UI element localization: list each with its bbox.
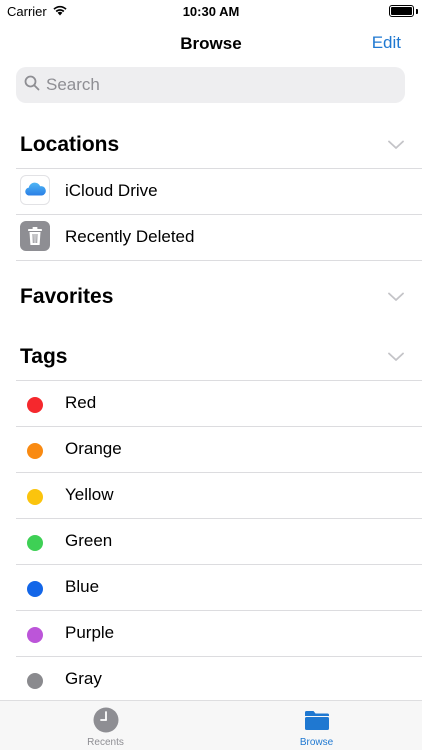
tag-color-dot [27, 489, 43, 505]
section-title-locations: Locations [20, 133, 120, 156]
location-label: iCloud Drive [65, 181, 158, 200]
tag-color-dot [27, 397, 43, 413]
tag-row-red[interactable]: Red [0, 381, 422, 426]
tag-label: Blue [65, 577, 100, 596]
tab-label-recents: Recents [87, 737, 124, 748]
search-input[interactable] [46, 75, 386, 95]
location-row-recently-deleted[interactable]: Recently Deleted [0, 215, 422, 260]
tag-color-dot [27, 673, 43, 689]
tag-label: Orange [65, 439, 122, 458]
favorites-header[interactable]: Favorites [20, 285, 422, 315]
tag-color-dot [27, 443, 43, 459]
icloud-icon [20, 175, 50, 205]
tag-row-orange[interactable]: Orange [0, 427, 422, 472]
tag-color-dot [27, 581, 43, 597]
tag-label: Yellow [65, 485, 114, 504]
tag-color-dot [27, 627, 43, 643]
chevron-down-icon[interactable] [388, 352, 404, 362]
clock-icon [93, 707, 119, 733]
tag-row-purple[interactable]: Purple [0, 611, 422, 656]
search-field[interactable] [16, 67, 405, 103]
tab-recents[interactable]: Recents [0, 701, 211, 750]
tag-label: Purple [65, 623, 115, 642]
folder-icon [305, 711, 329, 730]
files-browse-screen: Carrier 10:30 AM Browse Edit Search Loca… [0, 0, 422, 750]
tab-bar: Recents Browse [0, 700, 422, 750]
page-title: Browse [180, 34, 242, 53]
tag-label: Gray [65, 669, 102, 688]
tag-row-blue[interactable]: Blue [0, 565, 422, 610]
tab-browse[interactable]: Browse [211, 701, 422, 750]
status-time: 10:30 AM [182, 4, 240, 19]
location-label: Recently Deleted [65, 227, 195, 246]
tags-header[interactable]: Tags [20, 345, 422, 375]
chevron-down-icon[interactable] [388, 140, 404, 150]
battery-tip [416, 9, 418, 14]
tag-label: Green [65, 531, 113, 550]
trash-icon [20, 221, 50, 251]
edit-button[interactable]: Edit [372, 33, 401, 53]
location-row-icloud-drive[interactable]: iCloud Drive [0, 169, 422, 214]
battery-icon [389, 5, 414, 17]
tag-label: Red [65, 393, 97, 412]
section-title-tags: Tags [20, 345, 68, 368]
tag-row-gray[interactable]: Gray [0, 657, 422, 702]
search-icon [24, 75, 40, 96]
locations-header[interactable]: Locations [20, 133, 422, 163]
tag-color-dot [27, 535, 43, 551]
status-bar: Carrier 10:30 AM [0, 0, 422, 22]
tab-label-browse: Browse [299, 737, 334, 748]
chevron-down-icon[interactable] [388, 292, 404, 302]
nav-bar: Browse Edit [0, 22, 422, 66]
tag-row-yellow[interactable]: Yellow [0, 473, 422, 518]
tag-row-green[interactable]: Green [0, 519, 422, 564]
divider [16, 260, 422, 261]
section-title-favorites: Favorites [20, 285, 114, 308]
